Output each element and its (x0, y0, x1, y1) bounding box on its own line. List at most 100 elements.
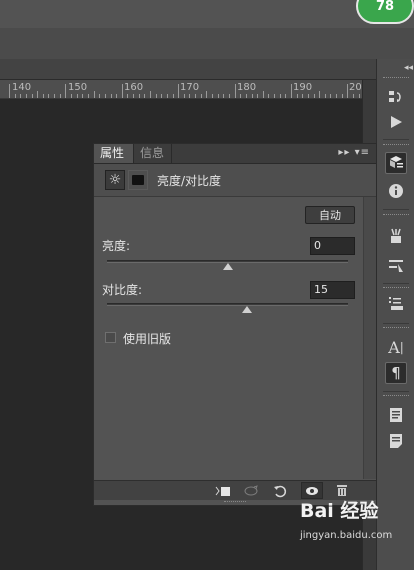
ruler-tick (121, 84, 123, 98)
history-icon[interactable] (385, 86, 407, 108)
ruler-tick (144, 94, 146, 98)
ruler-label: 160 (124, 82, 144, 93)
legacy-checkbox-label[interactable]: 使用旧版 (123, 330, 171, 347)
ruler-tick (319, 91, 321, 98)
ruler-tick (59, 94, 61, 98)
dock-separator (383, 139, 409, 140)
tab-properties[interactable]: 属性 (94, 144, 134, 163)
paragraph-styles-icon[interactable] (385, 430, 407, 452)
ruler-tick (183, 94, 185, 98)
properties-icon[interactable] (385, 152, 407, 174)
ruler-tick (228, 94, 230, 98)
ruler-tick (155, 94, 157, 98)
ruler-tick (116, 94, 118, 98)
ruler-label: 20 (349, 82, 362, 93)
dock-grip[interactable] (383, 214, 409, 217)
brightness-input[interactable]: 0 (310, 237, 355, 255)
ruler-tick (268, 94, 270, 98)
ruler-tick (150, 91, 151, 98)
ruler-tick (161, 94, 163, 98)
notification-badge[interactable]: 78 (356, 0, 414, 24)
horizontal-ruler: 140 150 160 170 180 190 20 (0, 80, 362, 99)
brightness-slider-thumb[interactable] (222, 263, 233, 270)
ruler-tick (274, 94, 276, 98)
ruler-tick (240, 94, 242, 98)
collapse-dock-icon[interactable]: ◂◂ (377, 63, 414, 73)
ruler-tick (353, 94, 355, 98)
panel-resize-grip[interactable] (224, 501, 246, 504)
dock-separator (383, 323, 409, 324)
ruler-tick (48, 94, 50, 98)
legacy-checkbox[interactable] (105, 332, 116, 343)
adjustment-controls: 自动 亮度: 0 对比度: 15 使用旧版 (94, 197, 364, 479)
ruler-tick (262, 91, 264, 98)
clip-to-layer-icon[interactable] (212, 482, 234, 499)
document-tab-bar (0, 59, 376, 79)
clone-source-icon[interactable] (385, 293, 407, 315)
ruler-tick (87, 94, 89, 98)
panel-tab-bar: 属性 信息 ▸▸ ▾≡ (94, 144, 376, 164)
ruler-tick (296, 94, 298, 98)
ruler-label: 150 (68, 82, 88, 93)
ruler-tick (31, 94, 33, 98)
paragraph-icon[interactable]: ¶ (385, 362, 407, 384)
ruler-tick (307, 94, 309, 98)
ruler-label: 190 (293, 82, 313, 93)
ruler-tick (166, 94, 168, 98)
tab-info[interactable]: 信息 (134, 144, 172, 163)
ruler-tick (110, 94, 112, 98)
ruler-tick (223, 94, 225, 98)
ruler-tick (200, 94, 202, 98)
dock-separator (383, 391, 409, 392)
dock-separator (383, 209, 409, 210)
watermark: Bai 经验 jingyan.baidu.com (300, 496, 410, 546)
options-bar (0, 28, 414, 60)
ruler-tick (65, 84, 67, 98)
ruler-label: 140 (12, 82, 32, 93)
ruler-tick (178, 84, 180, 98)
contrast-slider-track[interactable] (107, 303, 348, 306)
view-previous-state-icon[interactable] (240, 482, 262, 499)
ruler-tick (358, 94, 360, 98)
adjustment-header: ☼ 亮度/对比度 (94, 164, 376, 197)
reset-icon[interactable] (269, 482, 291, 499)
ruler-tick (212, 94, 214, 98)
contrast-input[interactable]: 15 (310, 281, 355, 299)
info-icon[interactable] (385, 180, 407, 202)
ruler-tick (347, 84, 349, 98)
panel-dock: ◂◂ A | ¶ (376, 59, 414, 570)
ruler-tick (138, 94, 140, 98)
ruler-tick (206, 91, 208, 98)
dock-grip[interactable] (383, 77, 409, 80)
brush-presets-icon[interactable] (385, 225, 407, 247)
auto-button[interactable]: 自动 (305, 206, 355, 224)
ruler-tick (20, 94, 22, 98)
dock-grip[interactable] (383, 395, 409, 398)
dock-grip[interactable] (383, 327, 409, 330)
ruler-tick (82, 94, 84, 98)
brightness-sun-icon[interactable]: ☼ (105, 170, 125, 190)
ruler-tick (291, 84, 292, 98)
dock-grip[interactable] (383, 287, 409, 290)
ruler-tick (25, 94, 27, 98)
brush-settings-icon[interactable] (385, 254, 407, 276)
layer-mask-icon[interactable] (128, 170, 148, 190)
character-styles-icon[interactable] (385, 404, 407, 426)
panel-menu-icon[interactable]: ▸▸ ▾≡ (338, 147, 370, 158)
ruler-tick (54, 94, 56, 98)
badge-count: 78 (375, 0, 395, 14)
character-icon[interactable]: A | (385, 336, 407, 358)
contrast-slider-thumb[interactable] (241, 306, 252, 313)
ruler-tick (279, 94, 281, 98)
mask-shape (132, 175, 144, 185)
dock-grip[interactable] (383, 144, 409, 147)
ruler-tick (172, 94, 174, 98)
ruler-tick (189, 94, 191, 98)
ruler-tick (324, 94, 326, 98)
ruler-tick (71, 94, 73, 98)
actions-play-icon[interactable] (385, 111, 407, 133)
panel-scrollbar[interactable] (363, 197, 376, 479)
ruler-tick (42, 94, 44, 98)
ruler-tick (127, 94, 129, 98)
ruler-tick (104, 94, 106, 98)
